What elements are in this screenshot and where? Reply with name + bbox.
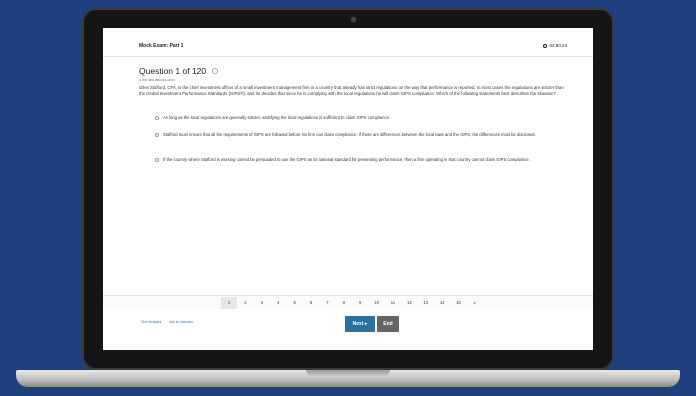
- answer-option-c[interactable]: If the country where Stafford is working…: [155, 157, 555, 163]
- radio-button[interactable]: [155, 133, 159, 137]
- page-13[interactable]: 13: [418, 297, 434, 309]
- answer-option-b[interactable]: Stafford must ensure that all the requir…: [155, 132, 555, 138]
- page-10[interactable]: 10: [368, 297, 384, 309]
- laptop-notch: [306, 370, 390, 376]
- page-8[interactable]: 8: [336, 297, 352, 309]
- clock-icon: [543, 43, 548, 48]
- page-15[interactable]: 15: [450, 297, 466, 309]
- pager-next-icon[interactable]: ▸: [467, 297, 483, 309]
- page-4[interactable]: 4: [270, 297, 286, 309]
- give-feedback-link[interactable]: Give feedback: [141, 320, 161, 324]
- next-button[interactable]: Next ▸: [345, 316, 375, 332]
- page-7[interactable]: 7: [319, 297, 335, 309]
- radio-button[interactable]: [155, 116, 159, 120]
- page-6[interactable]: 6: [303, 297, 319, 309]
- question-id: (1 F57-M01-BB2019-1073): [139, 78, 175, 82]
- webcam-icon: [351, 17, 356, 22]
- exam-header: Mock Exam: Part 1 02:50:24: [103, 28, 593, 57]
- page-14[interactable]: 14: [434, 297, 450, 309]
- option-text: If the country where Stafford is working…: [163, 157, 530, 162]
- exam-title: Mock Exam: Part 1: [139, 43, 184, 49]
- page-11[interactable]: 11: [385, 297, 401, 309]
- page-1[interactable]: 1: [220, 296, 238, 309]
- question-pager: 1 2 3 4 5 6 7 8 9 10 11 12 13 14 15 ▸: [103, 295, 593, 309]
- ask-instructor-link[interactable]: Ask an instructor: [169, 320, 193, 324]
- question-heading: Question 1 of 120: [139, 66, 219, 76]
- page-5[interactable]: 5: [286, 297, 302, 309]
- question-number: Question 1 of 120: [139, 66, 207, 76]
- option-text: Stafford must ensure that all the requir…: [163, 132, 536, 137]
- page-9[interactable]: 9: [352, 297, 368, 309]
- page-2[interactable]: 2: [237, 297, 253, 309]
- timer-value: 02:50:24: [549, 43, 567, 48]
- radio-button[interactable]: [155, 158, 159, 162]
- footer-links: Give feedback Ask an instructor: [141, 320, 193, 324]
- end-button[interactable]: End: [377, 316, 399, 332]
- option-text: As long as the local regulations are gen…: [163, 115, 391, 120]
- page-3[interactable]: 3: [254, 297, 270, 309]
- page-12[interactable]: 12: [401, 297, 417, 309]
- flag-question-icon[interactable]: [212, 68, 219, 74]
- exam-screen: Mock Exam: Part 1 02:50:24 Question 1 of…: [103, 28, 593, 350]
- exam-timer: 02:50:24: [543, 43, 567, 48]
- question-text: Giles Stafford, CFA, is the chief invest…: [139, 85, 564, 96]
- answer-option-a[interactable]: As long as the local regulations are gen…: [155, 115, 555, 121]
